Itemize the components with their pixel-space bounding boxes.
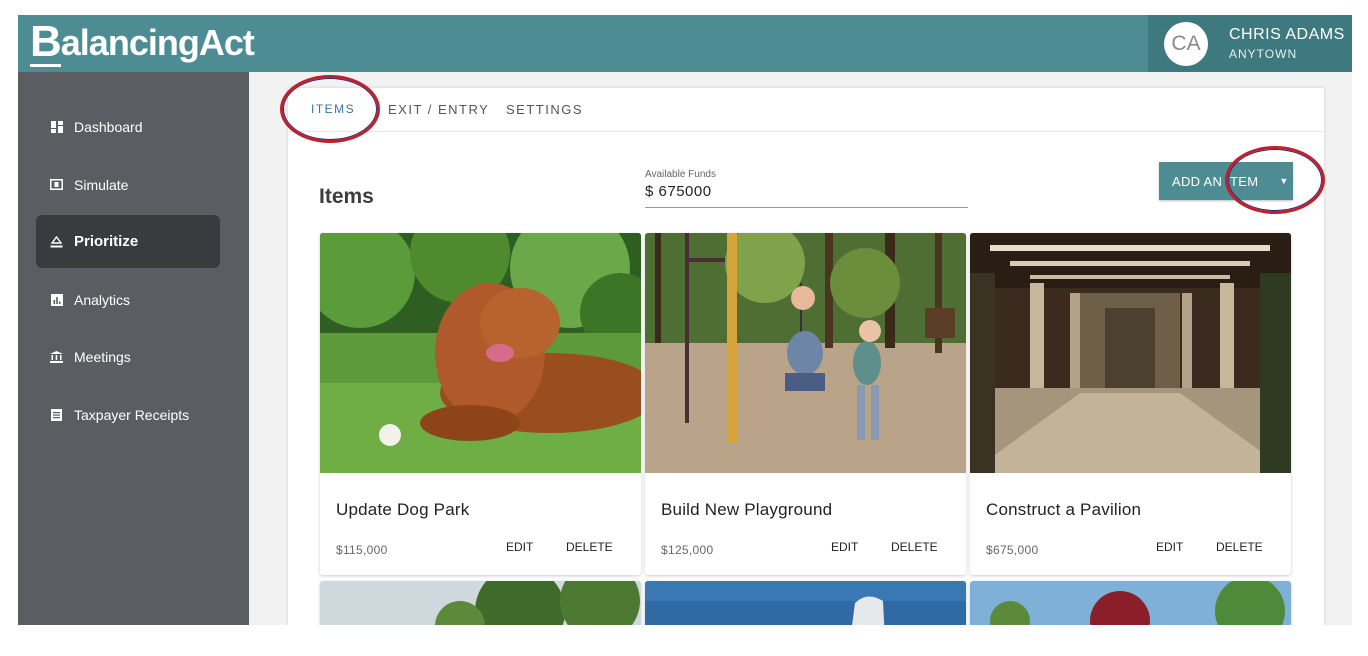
sidebar-item-label: Analytics: [74, 291, 131, 308]
item-card: Update Dog Park $115,000 EDIT DELETE: [320, 233, 641, 575]
page-title: Items: [319, 185, 374, 208]
item-card: Construct a Pavilion $675,000 EDIT DELET…: [970, 233, 1291, 575]
simulate-icon: [50, 178, 63, 191]
tab-settings[interactable]: SETTINGS: [506, 102, 583, 117]
balancingact-logo[interactable]: BalancingAct: [30, 16, 255, 67]
scale-icon: [50, 235, 63, 248]
delete-button[interactable]: DELETE: [566, 540, 613, 554]
sidebar-item-dashboard[interactable]: Dashboard: [36, 100, 220, 153]
trees-image: [320, 581, 641, 625]
analytics-icon: [50, 293, 63, 306]
sidebar-item-simulate[interactable]: Simulate: [36, 158, 220, 211]
tab-bar: ITEMS EXIT / ENTRY SETTINGS: [288, 88, 1324, 132]
sidebar-item-meetings[interactable]: Meetings: [36, 330, 220, 383]
sidebar-item-taxpayer-receipts[interactable]: Taxpayer Receipts: [36, 388, 220, 441]
sidebar-item-analytics[interactable]: Analytics: [36, 273, 220, 326]
sidebar-item-label: Meetings: [74, 348, 131, 365]
app-window: BalancingAct CA CHRIS ADAMS ANYTOWN Dash…: [18, 15, 1352, 625]
card-cost: $675,000: [986, 543, 1039, 557]
garden-tree-image: [970, 581, 1291, 625]
items-panel: ITEMS EXIT / ENTRY SETTINGS Items Availa…: [280, 75, 1325, 625]
user-location: ANYTOWN: [1229, 47, 1298, 61]
edit-button[interactable]: EDIT: [506, 540, 533, 554]
dashboard-icon: [50, 120, 63, 133]
sidebar-item-label: Dashboard: [74, 118, 143, 135]
sidebar-item-label: Prioritize: [74, 233, 139, 250]
edit-button[interactable]: EDIT: [831, 540, 858, 554]
tab-items[interactable]: ITEMS: [311, 102, 355, 116]
item-card: Build New Playground $125,000 EDIT DELET…: [645, 233, 966, 575]
avatar[interactable]: CA: [1164, 21, 1208, 66]
logo-initial: B: [30, 16, 62, 67]
main-content: ITEMS EXIT / ENTRY SETTINGS Items Availa…: [249, 72, 1352, 625]
user-info: CHRIS ADAMS ANYTOWN: [1229, 26, 1345, 61]
playground-image: [645, 233, 966, 473]
dog-park-image: [320, 233, 641, 473]
caret-down-icon[interactable]: ▼: [1279, 176, 1288, 186]
meetings-icon: [50, 350, 63, 363]
logo-text: alancingAct: [60, 22, 255, 63]
item-card-partial: [970, 581, 1291, 625]
receipt-icon: [50, 408, 63, 421]
card-title: Construct a Pavilion: [986, 500, 1142, 519]
sidebar-item-prioritize[interactable]: Prioritize: [36, 215, 220, 268]
pavilion-image: [970, 233, 1291, 473]
card-title: Build New Playground: [661, 500, 833, 519]
tab-exit-entry[interactable]: EXIT / ENTRY: [388, 102, 489, 117]
card-title: Update Dog Park: [336, 500, 470, 519]
user-name: CHRIS ADAMS: [1229, 26, 1345, 43]
add-item-label: ADD AN ITEM: [1172, 173, 1259, 189]
sky-sculpture-image: [645, 581, 966, 625]
available-funds-input[interactable]: $ 675000: [645, 183, 968, 208]
card-cost: $125,000: [661, 543, 714, 557]
sidebar-item-label: Simulate: [74, 176, 129, 193]
card-cost: $115,000: [336, 543, 388, 557]
edit-button[interactable]: EDIT: [1156, 540, 1183, 554]
top-bar: BalancingAct CA CHRIS ADAMS ANYTOWN: [18, 15, 1352, 72]
available-funds-label: Available Funds: [645, 169, 716, 180]
delete-button[interactable]: DELETE: [1216, 540, 1263, 554]
item-card-partial: [645, 581, 966, 625]
user-menu[interactable]: CA CHRIS ADAMS ANYTOWN: [1148, 15, 1352, 72]
sidebar: Dashboard Simulate Prioritize Analytics …: [18, 72, 249, 625]
add-item-button[interactable]: ADD AN ITEM ▼: [1159, 162, 1293, 200]
sidebar-item-label: Taxpayer Receipts: [74, 406, 190, 423]
delete-button[interactable]: DELETE: [891, 540, 938, 554]
item-card-partial: [320, 581, 641, 625]
